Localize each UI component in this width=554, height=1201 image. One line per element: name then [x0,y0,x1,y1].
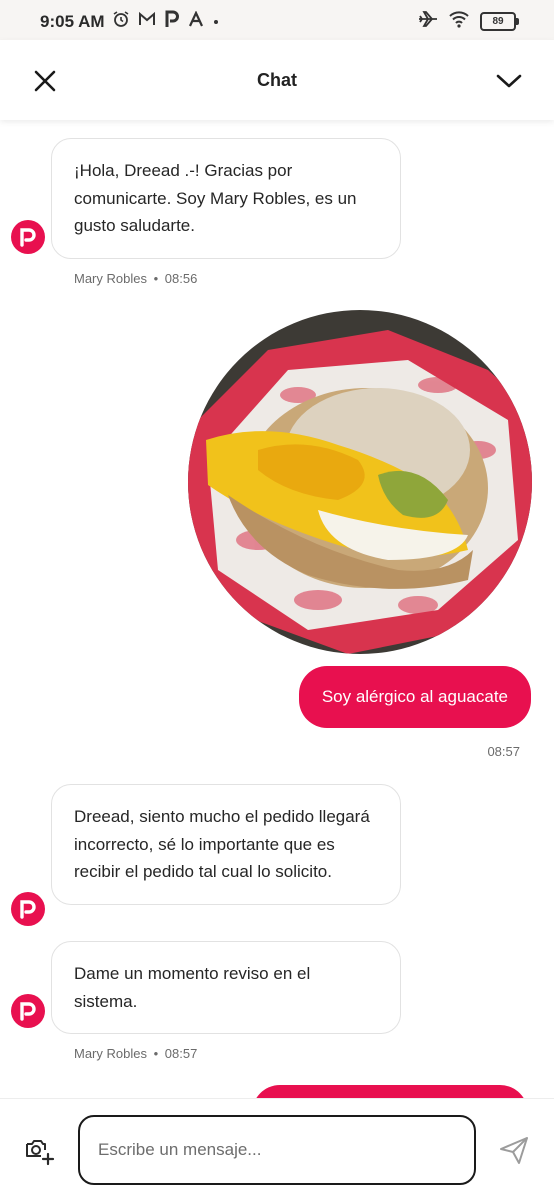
meta-separator: • [153,1046,159,1061]
brand-logo-icon [20,900,36,919]
incoming-message: Dreead, siento mucho el pedido llegará i… [51,784,401,905]
message-time: 08:56 [164,271,198,286]
sent-photo[interactable] [188,310,532,654]
message-meta: Mary Robles • 08:57 [74,1046,197,1061]
outgoing-message: Soy alérgico al aguacate [298,666,531,728]
alarm-icon [112,10,130,33]
brand-logo-icon [20,228,36,247]
agent-avatar [11,220,45,254]
send-icon [500,1137,528,1164]
chevron-down-icon [496,74,522,88]
message-time: 08:57 [164,1046,198,1061]
message-meta: Mary Robles • 08:56 [74,271,197,286]
wifi-icon [448,10,470,33]
sender-name: Mary Robles [74,1046,147,1061]
message-input[interactable] [78,1115,476,1185]
status-bar: 9:05 AM 89 [0,0,554,40]
airplane-icon [418,10,438,33]
message-time: 08:57 [487,744,520,759]
arrow-app-icon [188,10,204,32]
parking-app-icon [164,10,180,33]
status-icons-left [112,10,220,33]
dot-icon [212,13,220,31]
chat-header: Chat [0,40,554,120]
status-icons-right: 89 [418,10,519,33]
status-time: 9:05 AM [40,12,105,31]
gmail-icon [138,11,156,32]
sender-name: Mary Robles [74,271,147,286]
agent-avatar [11,892,45,926]
minimize-chat-button[interactable] [494,66,524,96]
page-title: Chat [257,70,297,90]
incoming-message: Dame un momento reviso en el sistema. [51,941,401,1034]
camera-add-icon [26,1140,55,1166]
battery-icon: 89 [480,12,519,31]
send-button[interactable] [498,1134,530,1166]
outgoing-message-partial [252,1085,528,1098]
brand-logo-icon [20,1002,36,1021]
chat-messages[interactable]: ¡Hola, Dreead .-! Gracias por comunicart… [0,120,554,1098]
attach-photo-button[interactable] [24,1134,56,1166]
agent-avatar [11,994,45,1028]
meta-separator: • [153,271,159,286]
incoming-message: ¡Hola, Dreead .-! Gracias por comunicart… [51,138,401,259]
message-composer [0,1098,554,1201]
